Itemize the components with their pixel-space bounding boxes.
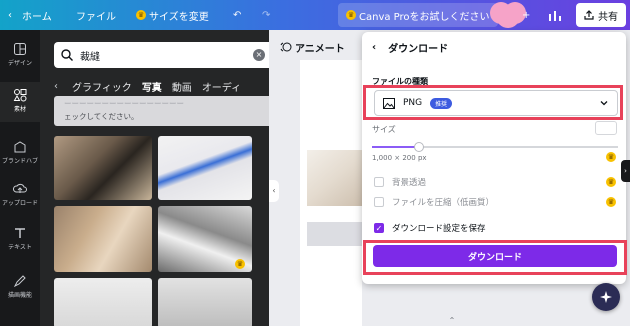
search-icon (61, 49, 73, 61)
checkbox[interactable] (374, 177, 384, 187)
back-icon[interactable]: ‹ (372, 42, 376, 53)
animate-button[interactable]: アニメート (280, 37, 345, 57)
draw-icon (13, 275, 26, 288)
chevron-left-icon[interactable]: ‹ (54, 81, 72, 92)
tab-photos[interactable]: 写真 (142, 79, 162, 94)
rail-label: ブランドハブ (1, 158, 38, 165)
option-label: ダウンロード設定を保存 (392, 224, 486, 234)
rail-item-brand[interactable]: ブランドハブ (0, 140, 40, 165)
magic-assistant-button[interactable] (592, 283, 620, 311)
upload-icon (13, 183, 27, 193)
animate-label: アニメート (295, 43, 345, 55)
crown-icon: ♛ (606, 177, 616, 187)
photo-result[interactable] (54, 206, 152, 272)
slider-fill (372, 146, 419, 148)
home-label: ホーム (22, 11, 52, 23)
crown-icon: ♛ (606, 197, 616, 207)
file-menu-button[interactable]: ファイル (76, 0, 116, 30)
rail-item-draw[interactable]: 描画機能 (0, 274, 40, 299)
rail-label: 描画機能 (7, 292, 32, 299)
banner-text: ェックしてください。 (64, 112, 139, 121)
clear-search-icon[interactable]: × (253, 49, 265, 61)
checkbox[interactable] (374, 197, 384, 207)
bar-chart-icon (549, 11, 561, 21)
brand-icon (14, 141, 26, 153)
redo-button[interactable]: ↷ (262, 0, 270, 30)
rail-item-upload[interactable]: アップロード (0, 182, 40, 207)
crown-icon: ♛ (346, 10, 356, 20)
undo-button[interactable]: ↶ (233, 0, 241, 30)
compress-option[interactable]: ファイルを圧縮（低画質） (374, 196, 494, 208)
try-pro-label: Canva Proをお試しください (359, 11, 490, 23)
collapse-panel-button[interactable]: ‹ (269, 180, 279, 202)
upload-icon (584, 10, 594, 20)
info-banner: ーーーーーーーーーーーーーーーー ェックしてください。 (54, 96, 269, 126)
resize-button[interactable]: ♛ サイズを変更 (136, 0, 209, 30)
crown-icon: ♛ (136, 10, 146, 20)
option-label: ファイルを圧縮（低画質） (392, 198, 495, 208)
animate-icon (280, 42, 292, 52)
rail-item-elements[interactable]: 素材 (0, 82, 40, 122)
checkbox-checked[interactable]: ✓ (374, 223, 384, 233)
crown-icon: ♛ (235, 259, 245, 269)
resize-label: サイズを変更 (149, 11, 209, 23)
left-rail: デザイン 素材 ブランドハブ アップロード テキスト 描画機能 (0, 30, 40, 326)
download-title: ダウンロード (388, 44, 449, 55)
rail-label: デザイン (7, 60, 32, 67)
banner-text: ーーーーーーーーーーーーーーーー (64, 99, 184, 108)
search-value: 裁縫 (80, 51, 100, 63)
transparent-bg-option[interactable]: 背景透過 (374, 176, 426, 188)
photo-result[interactable] (158, 136, 252, 200)
tab-videos[interactable]: 動画 (172, 79, 192, 94)
back-button[interactable]: ‹ (8, 0, 12, 30)
save-settings-option[interactable]: ✓ ダウンロード設定を保存 (374, 222, 486, 234)
chevron-left-icon: ‹ (8, 9, 12, 21)
highlight-box (363, 240, 627, 275)
redo-icon: ↷ (262, 9, 271, 21)
option-label: 背景透過 (392, 178, 427, 188)
size-label: サイズ (372, 125, 396, 134)
search-input[interactable]: 裁縫 × (54, 42, 269, 68)
size-slider[interactable] (372, 142, 618, 152)
rail-label: テキスト (8, 244, 32, 251)
tab-graphics[interactable]: グラフィック (72, 79, 132, 94)
crown-icon: ♛ (606, 152, 616, 162)
size-input[interactable] (595, 121, 617, 135)
home-button[interactable]: ホーム (22, 0, 52, 30)
rail-item-text[interactable]: テキスト (0, 226, 40, 251)
layout-icon (14, 43, 26, 55)
category-tabs: ‹ グラフィック 写真 動画 オーディ (54, 78, 269, 94)
sparkle-icon (600, 291, 612, 303)
rail-label: アップロード (1, 200, 38, 207)
rail-item-design[interactable]: デザイン (0, 42, 40, 67)
slider-knob[interactable] (413, 142, 424, 152)
expand-right-button[interactable]: › (621, 160, 630, 182)
side-panel: 裁縫 × ‹ グラフィック 写真 動画 オーディ ーーーーーーーーーーーーーーー… (40, 30, 269, 326)
elements-icon (13, 89, 27, 102)
photo-result[interactable] (158, 278, 252, 326)
tab-audio[interactable]: オーディ (202, 79, 241, 94)
size-value: 1,000 × 200 px (372, 154, 427, 162)
add-button[interactable]: + (522, 0, 530, 30)
plus-icon: + (522, 9, 531, 21)
design-strip[interactable] (307, 222, 362, 246)
photo-result[interactable] (54, 278, 152, 326)
top-bar: ‹ ホーム ファイル ♛ サイズを変更 ↶ ↷ ♛ Canva Proをお試しく… (0, 0, 630, 30)
undo-icon: ↶ (233, 9, 242, 21)
file-label: ファイル (76, 11, 116, 23)
photo-result[interactable] (54, 136, 152, 200)
design-image[interactable] (307, 150, 362, 206)
try-pro-button[interactable]: ♛ Canva Proをお試しください (338, 3, 498, 27)
download-header: ‹ ダウンロード (372, 40, 448, 55)
text-icon (15, 228, 25, 238)
share-button[interactable]: 共有 (576, 3, 626, 27)
share-label: 共有 (598, 11, 618, 23)
chevron-up-icon[interactable]: ⌃ (444, 316, 460, 326)
insights-button[interactable] (548, 0, 562, 30)
photo-result[interactable]: ♛ (158, 206, 252, 272)
highlight-box (363, 85, 623, 120)
rail-label: 素材 (13, 106, 26, 113)
